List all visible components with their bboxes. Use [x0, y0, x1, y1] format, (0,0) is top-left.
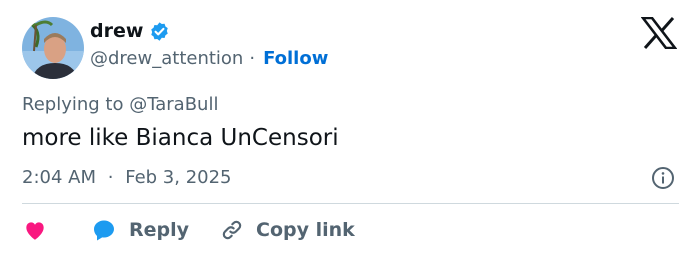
reply-bubble-icon: [92, 218, 116, 242]
timestamp-separator: ·: [107, 167, 114, 188]
handle-separator: ·: [249, 48, 256, 69]
tweet-actions: Reply Copy link: [22, 214, 355, 246]
author-handle[interactable]: @drew_attention: [90, 48, 243, 69]
divider: [22, 203, 679, 204]
tweet-text: more like Bianca UnCensori: [22, 125, 339, 151]
reply-context: Replying to @TaraBull: [22, 94, 218, 115]
verified-badge-icon: [149, 21, 170, 42]
link-icon: [219, 217, 245, 243]
tweet-timestamp[interactable]: 2:04 AM · Feb 3, 2025: [22, 167, 232, 188]
x-logo-icon[interactable]: [640, 16, 678, 50]
copy-link-button[interactable]: Copy link: [189, 217, 355, 243]
author-handle-row: @drew_attention · Follow: [90, 48, 328, 69]
info-icon[interactable]: [651, 166, 675, 190]
heart-icon: [22, 217, 48, 243]
follow-button[interactable]: Follow: [263, 48, 328, 69]
tweet-date: Feb 3, 2025: [125, 167, 232, 188]
reply-context-prefix: Replying to: [22, 94, 124, 115]
author-name-row: drew: [90, 20, 170, 42]
like-button[interactable]: [22, 217, 48, 243]
reply-label: Reply: [129, 219, 190, 241]
reply-mention-link[interactable]: @TaraBull: [129, 94, 218, 115]
author-display-name[interactable]: drew: [90, 20, 143, 42]
copy-link-label: Copy link: [256, 219, 355, 241]
reply-button[interactable]: Reply: [48, 218, 189, 242]
tweet-time: 2:04 AM: [22, 167, 96, 188]
avatar[interactable]: [22, 17, 84, 79]
